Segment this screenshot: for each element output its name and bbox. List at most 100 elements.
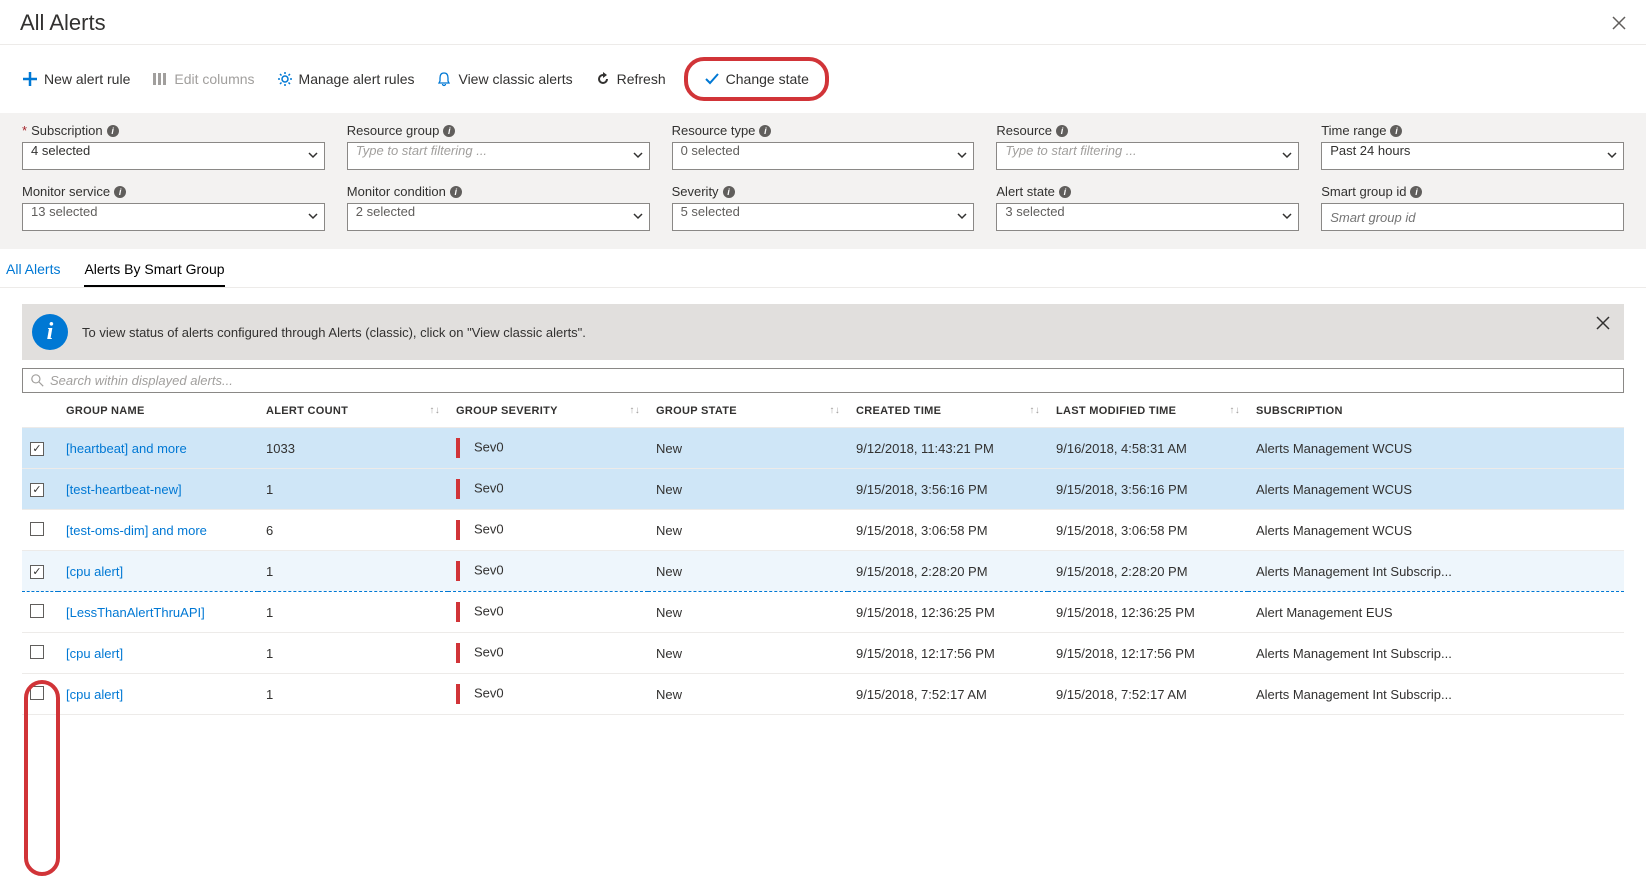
- group-name-link[interactable]: [cpu alert]: [66, 646, 123, 661]
- monitor-service-dropdown[interactable]: 13 selected: [22, 203, 325, 231]
- info-icon[interactable]: i: [114, 186, 126, 198]
- manage-alert-rules-button[interactable]: Manage alert rules: [277, 71, 415, 87]
- col-subscription[interactable]: SUBSCRIPTION: [1248, 393, 1624, 428]
- subscription-cell: Alerts Management Int Subscrip...: [1248, 674, 1624, 715]
- info-icon[interactable]: i: [723, 186, 735, 198]
- refresh-icon: [595, 71, 611, 87]
- subscription-cell: Alerts Management Int Subscrip...: [1248, 551, 1624, 592]
- search-input[interactable]: Search within displayed alerts...: [22, 368, 1624, 393]
- chevron-down-icon: [307, 210, 319, 222]
- filter-resource-group: Resource groupi Type to start filtering …: [347, 123, 650, 170]
- col-group-name[interactable]: GROUP NAME: [58, 393, 258, 428]
- severity-bar-icon: [456, 561, 460, 581]
- columns-icon: [152, 71, 168, 87]
- close-icon[interactable]: [1596, 316, 1610, 330]
- alert-count-cell: 1: [258, 592, 448, 633]
- state-cell: New: [648, 592, 848, 633]
- info-icon[interactable]: i: [1410, 186, 1422, 198]
- row-checkbox[interactable]: [30, 522, 44, 536]
- group-name-link[interactable]: [test-heartbeat-new]: [66, 482, 182, 497]
- modified-cell: 9/15/2018, 3:56:16 PM: [1048, 469, 1248, 510]
- filter-resource: Resourcei Type to start filtering ...: [996, 123, 1299, 170]
- group-name-link[interactable]: [cpu alert]: [66, 564, 123, 579]
- filter-monitor-condition: Monitor conditioni 2 selected: [347, 184, 650, 231]
- time-range-dropdown[interactable]: Past 24 hours: [1321, 142, 1624, 170]
- gear-icon: [277, 71, 293, 87]
- edit-columns-button[interactable]: Edit columns: [152, 71, 254, 87]
- row-checkbox[interactable]: ✓: [30, 565, 44, 579]
- state-cell: New: [648, 674, 848, 715]
- subscription-cell: Alerts Management WCUS: [1248, 428, 1624, 469]
- severity-cell: Sev0: [448, 633, 648, 674]
- modified-cell: 9/15/2018, 2:28:20 PM: [1048, 551, 1248, 592]
- filter-resource-type: Resource typei 0 selected: [672, 123, 975, 170]
- info-icon[interactable]: i: [443, 125, 455, 137]
- change-state-button[interactable]: Change state: [704, 71, 809, 87]
- filter-monitor-service: Monitor servicei 13 selected: [22, 184, 325, 231]
- alerts-table: GROUP NAME ALERT COUNT↑↓ GROUP SEVERITY↑…: [22, 393, 1624, 715]
- chevron-down-icon: [956, 210, 968, 222]
- severity-cell: Sev0: [448, 510, 648, 551]
- info-icon[interactable]: i: [1059, 186, 1071, 198]
- created-cell: 9/15/2018, 12:17:56 PM: [848, 633, 1048, 674]
- info-banner: i To view status of alerts configured th…: [22, 304, 1624, 360]
- table-row[interactable]: [LessThanAlertThruAPI]1Sev0New9/15/2018,…: [22, 592, 1624, 633]
- smart-group-id-input[interactable]: [1321, 203, 1624, 231]
- table-header-row: GROUP NAME ALERT COUNT↑↓ GROUP SEVERITY↑…: [22, 393, 1624, 428]
- group-name-link[interactable]: [heartbeat] and more: [66, 441, 187, 456]
- row-checkbox[interactable]: [30, 686, 44, 700]
- info-icon[interactable]: i: [1390, 125, 1402, 137]
- severity-cell: Sev0: [448, 428, 648, 469]
- table-row[interactable]: [cpu alert]1Sev0New9/15/2018, 7:52:17 AM…: [22, 674, 1624, 715]
- row-checkbox[interactable]: [30, 645, 44, 659]
- table-row[interactable]: [test-oms-dim] and more6Sev0New9/15/2018…: [22, 510, 1624, 551]
- blade-header: All Alerts: [0, 0, 1646, 45]
- row-checkbox[interactable]: [30, 604, 44, 618]
- resource-group-dropdown[interactable]: Type to start filtering ...: [347, 142, 650, 170]
- created-cell: 9/15/2018, 7:52:17 AM: [848, 674, 1048, 715]
- new-alert-rule-button[interactable]: New alert rule: [22, 71, 130, 87]
- group-name-link[interactable]: [LessThanAlertThruAPI]: [66, 605, 205, 620]
- filter-smart-group-id: Smart group idi: [1321, 184, 1624, 231]
- row-checkbox[interactable]: ✓: [30, 483, 44, 497]
- severity-dropdown[interactable]: 5 selected: [672, 203, 975, 231]
- table-row[interactable]: [cpu alert]1Sev0New9/15/2018, 12:17:56 P…: [22, 633, 1624, 674]
- alert-count-cell: 1: [258, 469, 448, 510]
- col-alert-count[interactable]: ALERT COUNT↑↓: [258, 393, 448, 428]
- table-row[interactable]: ✓[test-heartbeat-new]1Sev0New9/15/2018, …: [22, 469, 1624, 510]
- col-group-severity[interactable]: GROUP SEVERITY↑↓: [448, 393, 648, 428]
- severity-bar-icon: [456, 479, 460, 499]
- state-cell: New: [648, 510, 848, 551]
- alert-count-cell: 1033: [258, 428, 448, 469]
- info-icon[interactable]: i: [1056, 125, 1068, 137]
- info-icon[interactable]: i: [107, 125, 119, 137]
- tab-all-alerts[interactable]: All Alerts: [6, 261, 60, 287]
- subscription-dropdown[interactable]: 4 selected: [22, 142, 325, 170]
- tab-alerts-by-smart-group[interactable]: Alerts By Smart Group: [84, 261, 224, 287]
- table-row[interactable]: ✓[heartbeat] and more1033Sev0New9/12/201…: [22, 428, 1624, 469]
- chevron-down-icon: [1281, 210, 1293, 222]
- monitor-condition-dropdown[interactable]: 2 selected: [347, 203, 650, 231]
- view-classic-alerts-button[interactable]: View classic alerts: [436, 71, 572, 87]
- group-name-link[interactable]: [test-oms-dim] and more: [66, 523, 207, 538]
- modified-cell: 9/15/2018, 3:06:58 PM: [1048, 510, 1248, 551]
- alert-state-dropdown[interactable]: 3 selected: [996, 203, 1299, 231]
- refresh-label: Refresh: [617, 71, 666, 87]
- created-cell: 9/12/2018, 11:43:21 PM: [848, 428, 1048, 469]
- col-group-state[interactable]: GROUP STATE↑↓: [648, 393, 848, 428]
- col-created-time[interactable]: CREATED TIME↑↓: [848, 393, 1048, 428]
- refresh-button[interactable]: Refresh: [595, 71, 666, 87]
- row-checkbox[interactable]: ✓: [30, 442, 44, 456]
- info-icon[interactable]: i: [759, 125, 771, 137]
- table-row[interactable]: ✓[cpu alert]1Sev0New9/15/2018, 2:28:20 P…: [22, 551, 1624, 592]
- group-name-link[interactable]: [cpu alert]: [66, 687, 123, 702]
- resource-dropdown[interactable]: Type to start filtering ...: [996, 142, 1299, 170]
- state-cell: New: [648, 469, 848, 510]
- col-last-modified[interactable]: LAST MODIFIED TIME↑↓: [1048, 393, 1248, 428]
- close-icon[interactable]: [1612, 16, 1626, 30]
- created-cell: 9/15/2018, 3:56:16 PM: [848, 469, 1048, 510]
- created-cell: 9/15/2018, 3:06:58 PM: [848, 510, 1048, 551]
- info-icon[interactable]: i: [450, 186, 462, 198]
- resource-type-dropdown[interactable]: 0 selected: [672, 142, 975, 170]
- edit-columns-label: Edit columns: [174, 71, 254, 87]
